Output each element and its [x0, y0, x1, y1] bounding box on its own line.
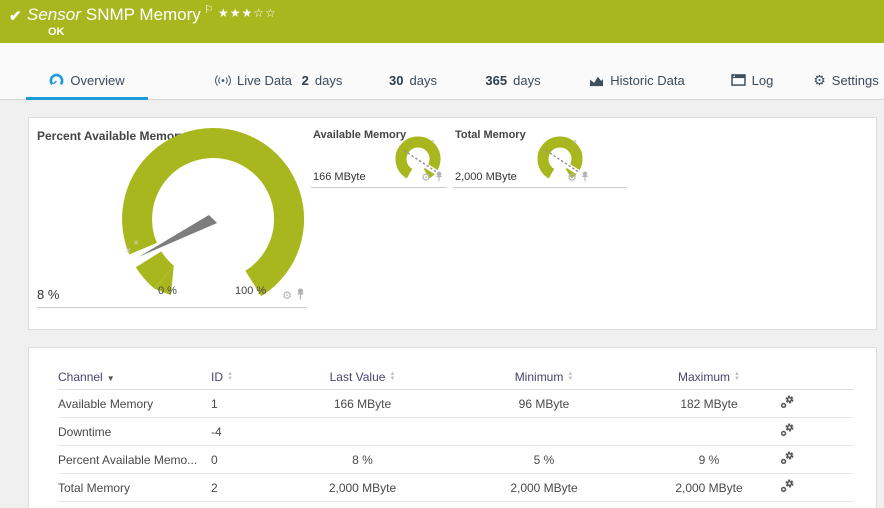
- tab-log[interactable]: Log: [722, 60, 782, 100]
- main-gauge-actions: ⚙: [282, 287, 305, 305]
- tab-settings[interactable]: ⚙ Settings: [808, 60, 884, 100]
- channel-name[interactable]: Downtime: [58, 425, 211, 439]
- priority-stars[interactable]: ★★★☆☆: [218, 6, 277, 20]
- gear-icon: ⚙: [813, 73, 826, 87]
- sensor-title: SNMP Memory: [86, 5, 201, 24]
- mini-gauge-actions: ⚙: [421, 169, 443, 187]
- svg-text:✕: ✕: [125, 246, 132, 255]
- sensor-header: ✔ Sensor SNMP Memory⚐ ★★★☆☆ OK: [0, 0, 884, 43]
- mini-gauge-value: 2,000 MByte: [455, 171, 517, 183]
- table-row: Available Memory 1 166 MByte 96 MByte 18…: [58, 390, 853, 418]
- column-header-channel[interactable]: Channel▼: [58, 370, 211, 384]
- tab-label: days: [315, 73, 342, 88]
- channel-settings-icon[interactable]: [764, 478, 853, 497]
- gauge-settings-gear-icon[interactable]: ⚙: [567, 173, 577, 184]
- sort-icon: ▲▼: [734, 372, 740, 382]
- gauge-settings-gear-icon[interactable]: ⚙: [421, 173, 431, 184]
- gauge-scale-min: 0 %: [158, 285, 177, 297]
- sort-icon: ▲▼: [389, 372, 395, 382]
- channel-maximum: 2,000 MByte: [654, 481, 764, 495]
- channel-name[interactable]: Percent Available Memo...: [58, 453, 211, 467]
- table-row: Percent Available Memo... 0 8 % 5 % 9 %: [58, 446, 853, 474]
- channel-last-value: 8 %: [291, 453, 434, 467]
- main-gauge-module: Percent Available Memory ✕ ✕ 8 % 0 % 100…: [37, 124, 307, 308]
- gauges-panel: Percent Available Memory ✕ ✕ 8 % 0 % 100…: [28, 117, 877, 330]
- table-header-row: Channel▼ ID▲▼ Last Value▲▼ Minimum▲▼ Max…: [58, 364, 853, 390]
- pin-icon[interactable]: [581, 169, 589, 187]
- available-memory-module: Available Memory 166 MByte ⚙: [311, 124, 447, 188]
- channel-table: Channel▼ ID▲▼ Last Value▲▼ Minimum▲▼ Max…: [58, 364, 853, 502]
- tab-number: 30: [389, 73, 403, 88]
- channel-id: 0: [211, 453, 291, 467]
- tab-overview[interactable]: Overview: [26, 60, 148, 100]
- tab-label: Log: [752, 73, 774, 88]
- gauge-icon: [49, 73, 64, 88]
- main-gauge-value: 8 %: [37, 287, 59, 302]
- pin-icon[interactable]: [435, 169, 443, 187]
- active-tab-underline: [26, 97, 148, 100]
- stars-filled: ★★★: [218, 6, 253, 20]
- tab-number: 2: [302, 73, 309, 88]
- channel-settings-icon[interactable]: [764, 450, 853, 469]
- column-header-maximum[interactable]: Maximum▲▼: [654, 370, 764, 384]
- table-row: Downtime -4: [58, 418, 853, 446]
- live-icon: [215, 74, 231, 87]
- channel-minimum: 2,000 MByte: [434, 481, 654, 495]
- tab-label: Overview: [70, 73, 124, 88]
- tab-label: days: [513, 73, 540, 88]
- channel-last-value: 166 MByte: [291, 397, 434, 411]
- table-row: Total Memory 2 2,000 MByte 2,000 MByte 2…: [58, 474, 853, 502]
- status-badge: OK: [48, 26, 65, 38]
- tab-label: Settings: [832, 73, 879, 88]
- column-header-id[interactable]: ID▲▼: [211, 370, 291, 384]
- channel-id: -4: [211, 425, 291, 439]
- tab-bar: Overview Live Data 2 days 30 days 365 da…: [0, 43, 884, 100]
- channel-name[interactable]: Total Memory: [58, 481, 211, 495]
- ok-check-icon: ✔: [9, 7, 22, 25]
- flag-icon[interactable]: ⚐: [204, 4, 214, 16]
- tab-historic-data[interactable]: Historic Data: [579, 60, 695, 100]
- mini-gauge-actions: ⚙: [567, 169, 589, 187]
- gauge-scale-max: 100 %: [235, 285, 266, 297]
- svg-text:✕: ✕: [133, 240, 139, 247]
- gauge-settings-gear-icon[interactable]: ⚙: [282, 291, 292, 302]
- tab-live-data[interactable]: Live Data: [206, 60, 301, 100]
- tab-label: Historic Data: [610, 73, 684, 88]
- channel-id: 2: [211, 481, 291, 495]
- channel-maximum: 182 MByte: [654, 397, 764, 411]
- channel-name[interactable]: Available Memory: [58, 397, 211, 411]
- mini-gauge-title: Total Memory: [455, 129, 526, 141]
- tab-2-days[interactable]: 2 days: [293, 60, 351, 100]
- tab-365-days[interactable]: 365 days: [477, 60, 549, 100]
- sort-desc-icon: ▼: [107, 374, 115, 383]
- page-title: Sensor SNMP Memory⚐: [27, 5, 214, 25]
- channel-minimum: 96 MByte: [434, 397, 654, 411]
- tab-label: Live Data: [237, 73, 292, 88]
- chart-icon: [589, 74, 604, 87]
- sort-icon: ▲▼: [227, 372, 233, 382]
- tab-30-days[interactable]: 30 days: [381, 60, 445, 100]
- channel-minimum: 5 %: [434, 453, 654, 467]
- mini-gauge-value: 166 MByte: [313, 171, 366, 183]
- column-header-minimum[interactable]: Minimum▲▼: [434, 370, 654, 384]
- channel-id: 1: [211, 397, 291, 411]
- channel-maximum: 9 %: [654, 453, 764, 467]
- total-memory-module: Total Memory 2,000 MByte ⚙: [453, 124, 627, 188]
- tab-label: days: [410, 73, 437, 88]
- sort-icon: ▲▼: [567, 372, 573, 382]
- channels-panel: Channel▼ ID▲▼ Last Value▲▼ Minimum▲▼ Max…: [28, 347, 877, 508]
- stars-empty: ☆☆: [253, 6, 277, 20]
- channel-last-value: 2,000 MByte: [291, 481, 434, 495]
- tab-number: 365: [485, 73, 507, 88]
- column-header-last-value[interactable]: Last Value▲▼: [291, 370, 434, 384]
- channel-settings-icon[interactable]: [764, 422, 853, 441]
- pin-icon[interactable]: [296, 287, 305, 305]
- channel-settings-icon[interactable]: [764, 394, 853, 413]
- log-icon: [731, 74, 746, 86]
- percent-gauge: ✕ ✕: [103, 124, 323, 314]
- sensor-kind-label: Sensor: [27, 5, 81, 24]
